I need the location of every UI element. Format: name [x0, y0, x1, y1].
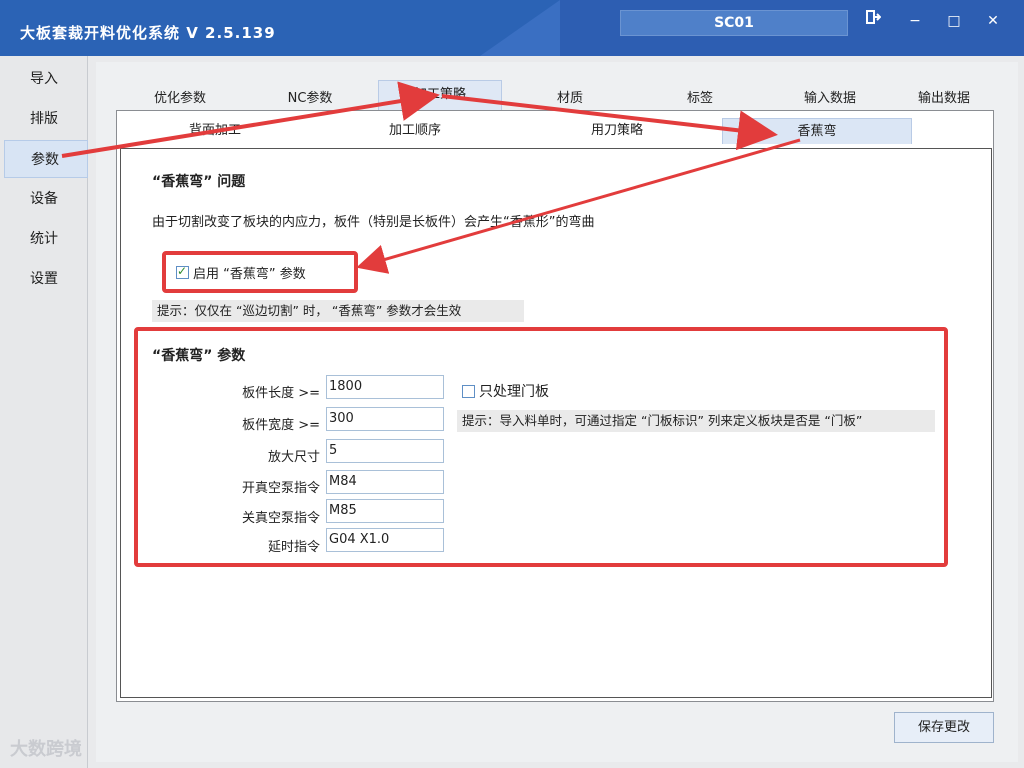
station-label: SC01 — [620, 10, 848, 36]
sidebar-item-import[interactable]: 导入 — [4, 60, 88, 98]
tab-output-data[interactable]: 输出数据 — [904, 86, 984, 112]
tab-back-processing[interactable]: 背面加工 — [170, 118, 260, 144]
tab-nc-params[interactable]: NC参数 — [270, 86, 350, 112]
tab-banana-bend[interactable]: 香蕉弯 — [722, 118, 912, 144]
sidebar-item-settings[interactable]: 设置 — [4, 260, 88, 298]
tab-input-data[interactable]: 输入数据 — [790, 86, 870, 112]
sidebar-item-stats[interactable]: 统计 — [4, 220, 88, 258]
tab-label[interactable]: 标签 — [670, 86, 730, 112]
watermark: 大数跨境 — [10, 739, 82, 760]
save-changes-button[interactable]: 保存更改 — [894, 712, 994, 743]
annotation-params-box — [134, 327, 948, 567]
tab-material[interactable]: 材质 — [540, 86, 600, 112]
sidebar-item-params[interactable]: 参数 — [4, 140, 88, 178]
sidebar-item-device[interactable]: 设备 — [4, 180, 88, 218]
problem-description: 由于切割改变了板块的内应力，板件（特别是长板件）会产生“香蕉形”的弯曲 — [152, 215, 595, 230]
title-bar: 大板套裁开料优化系统 V 2.5.139 SC01 − □ ✕ — [0, 0, 1024, 56]
minimize-button[interactable]: − — [898, 8, 932, 34]
sidebar-item-layout[interactable]: 排版 — [4, 100, 88, 138]
annotation-enable-box — [162, 251, 358, 293]
app-title: 大板套裁开料优化系统 V 2.5.139 — [20, 24, 276, 42]
tab-processing-strategy[interactable]: 加工策略 — [378, 80, 502, 112]
tab-optimize-params[interactable]: 优化参数 — [140, 86, 220, 112]
close-button[interactable]: ✕ — [976, 8, 1010, 34]
problem-title: “香蕉弯” 问题 — [152, 174, 246, 190]
edge-cut-hint: 提示：仅仅在 “巡边切割” 时， “香蕉弯” 参数才会生效 — [152, 300, 524, 322]
maximize-button[interactable]: □ — [937, 8, 971, 34]
exit-icon[interactable] — [856, 8, 890, 34]
tab-processing-order[interactable]: 加工顺序 — [370, 118, 460, 144]
tab-tool-strategy[interactable]: 用刀策略 — [572, 118, 662, 144]
